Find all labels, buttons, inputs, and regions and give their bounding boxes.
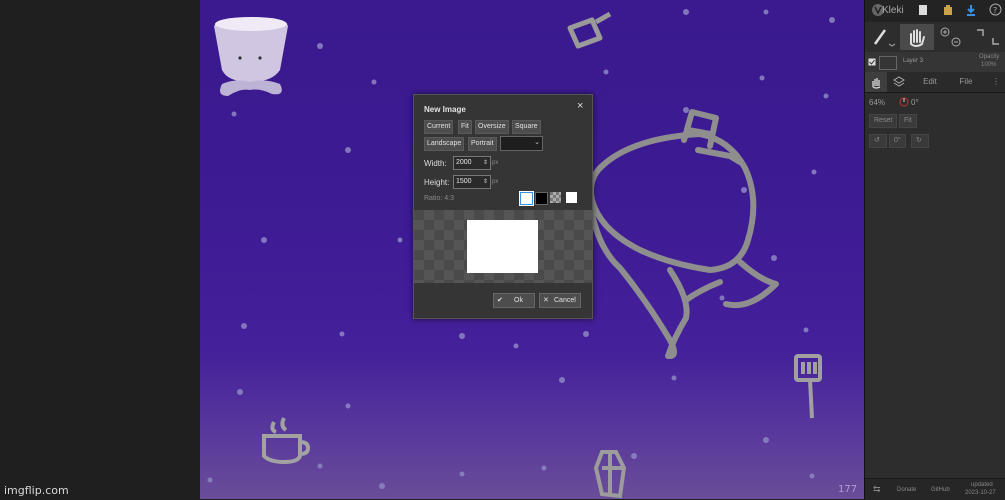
hand-small-icon [872,78,881,89]
panel-tabs: Edit File ⋮ [865,72,1005,93]
close-icon[interactable]: × [577,100,583,112]
preset-current-button[interactable]: Current [424,120,454,134]
zoom-value: 64% [869,98,886,107]
bg-white-swatch[interactable] [519,191,534,206]
opacity-value: 100% [981,62,997,68]
ok-button[interactable]: ✔ Ok [493,293,535,308]
reset-view-button[interactable]: Reset [869,114,898,128]
layers-icon [893,76,905,87]
svg-text:?: ? [993,6,997,15]
height-value: 1500 [456,178,472,185]
bg-black-swatch[interactable] [535,192,548,205]
updated-label: updated [971,482,993,488]
new-image-dialog: New Image × Current Fit Oversize Square … [413,94,593,319]
dialog-title: New Image [424,105,466,114]
right-toolbar: Kleki ? Layer 3 Opacity 100% Edit File ⋮… [864,0,1005,500]
tab-edit[interactable]: Edit [913,72,947,92]
canvas-signature: 177 [838,484,857,495]
preset-select[interactable]: ⌄ [500,136,543,151]
height-label: Height: [424,178,450,187]
preview-canvas [467,220,538,273]
width-value: 2000 [456,159,472,166]
ratio-text: Ratio: 4:3 [424,195,454,202]
preset-portrait-button[interactable]: Portrait [468,137,497,151]
width-unit: px [492,160,499,166]
height-unit: px [492,179,499,185]
bg-custom-swatch[interactable] [566,192,577,203]
hand-icon [910,29,925,47]
layer-name: Layer 3 [903,58,924,64]
rotation-icon [899,97,909,107]
layer-visibility-checkbox[interactable] [868,58,876,66]
watermark: imgflip.com [4,484,69,497]
preset-fit-button[interactable]: Fit [458,120,472,134]
undo-redo-icon[interactable] [973,26,1001,48]
ok-label: Ok [514,297,523,304]
rotation-value: 0° [911,98,919,107]
hand-tool-button[interactable] [900,24,934,50]
donate-link[interactable]: Donate [897,487,916,493]
help-icon[interactable]: ? [989,3,1002,16]
app-header: Kleki ? [865,0,1005,22]
rotate-right-button[interactable]: ↻ [911,134,929,148]
left-empty-area: imgflip.com [0,0,200,499]
updated-date: 2023-10-27 [965,490,996,496]
github-link[interactable]: GitHub [931,487,950,493]
opacity-label: Opacity [979,54,1000,60]
chevron-down-icon: ⌄ [534,139,540,146]
rotate-left-button[interactable]: ↺ [869,134,887,148]
app-title: Kleki [882,5,904,16]
width-label: Width: [424,159,447,168]
height-stepper-icon[interactable]: ⇕ [483,176,488,188]
preset-oversize-button[interactable]: Oversize [475,120,509,134]
cancel-button[interactable]: ✕ Cancel [539,293,581,308]
size-preview [414,210,592,283]
check-icon: ✔ [497,297,503,304]
panel-footer: ⇆ Donate GitHub updated 2023-10-27 [865,478,1005,500]
brush-icon [873,29,896,47]
layer-row[interactable]: Layer 3 Opacity 100% [865,52,1005,72]
cancel-label: Cancel [554,297,576,304]
brush-tool-button[interactable] [867,24,897,50]
height-input[interactable]: 1500 ⇕ [453,175,491,189]
width-stepper-icon[interactable]: ⇕ [483,157,488,169]
preset-landscape-button[interactable]: Landscape [424,137,465,151]
fit-view-button[interactable]: Fit [899,114,917,128]
new-file-icon[interactable] [918,4,928,16]
tool-row [865,22,1005,53]
preset-square-button[interactable]: Square [512,120,541,134]
tab-hand[interactable] [865,72,887,92]
more-menu-icon[interactable]: ⋮ [989,72,1003,92]
swap-icon[interactable]: ⇆ [873,484,881,495]
width-input[interactable]: 2000 ⇕ [453,156,491,170]
zoom-icons[interactable] [939,26,963,48]
tab-file[interactable]: File [949,72,983,92]
download-icon[interactable] [966,4,976,16]
tab-layers[interactable] [887,72,911,92]
layer-thumbnail [879,56,897,70]
bg-transparent-swatch[interactable] [550,192,561,203]
rotate-reset-button[interactable]: 0° [889,134,906,148]
import-icon[interactable] [943,4,953,16]
x-icon: ✕ [543,297,549,304]
